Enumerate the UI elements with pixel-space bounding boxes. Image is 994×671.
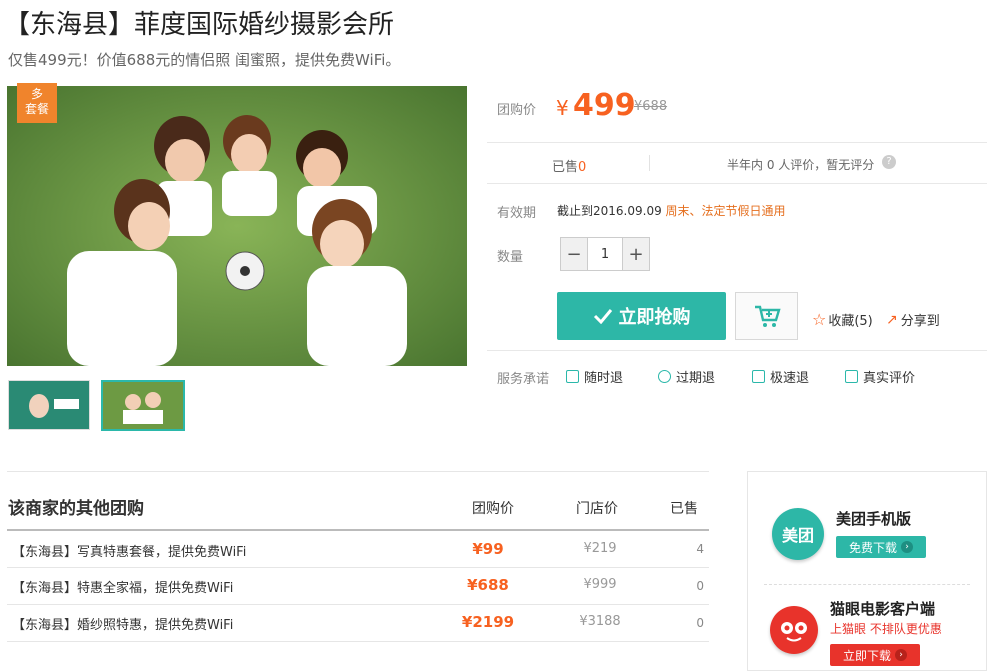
row-sold: 4 xyxy=(696,542,704,556)
row-price: ¥99 xyxy=(472,540,504,558)
arrow-right-icon: › xyxy=(895,649,907,661)
separator xyxy=(649,155,650,171)
photo-illustration xyxy=(7,86,467,366)
header-divider xyxy=(7,529,709,531)
row-name[interactable]: 【东海县】写真特惠套餐，提供免费WiFi xyxy=(12,541,246,560)
qty-input[interactable]: 1 xyxy=(587,238,623,270)
divider xyxy=(487,142,987,143)
row-orig-price: ¥999 xyxy=(583,577,617,592)
validity-value: 截止到2016.09.09 周末、法定节假日通用 xyxy=(557,204,786,218)
cart-icon xyxy=(754,305,781,327)
validity-label: 有效期 xyxy=(497,206,537,221)
badge-line-2: 套餐 xyxy=(24,102,49,116)
currency-symbol: ¥ xyxy=(556,96,569,120)
row-sold: 0 xyxy=(696,579,704,593)
multi-package-badge: 多 套餐 xyxy=(17,83,57,123)
row-orig-price: ¥219 xyxy=(583,541,617,556)
meituan-app-icon: 美团 xyxy=(772,508,824,560)
share-button[interactable]: ↗ 分享到 xyxy=(886,310,940,330)
thumbnail-2[interactable] xyxy=(101,380,185,431)
header-sold: 已售 xyxy=(670,501,698,517)
add-to-cart-button[interactable] xyxy=(735,292,798,340)
clock-icon xyxy=(658,370,671,383)
service-expired-refund: 过期退 xyxy=(658,367,715,386)
original-price: ¥688 xyxy=(634,99,668,114)
divider xyxy=(487,350,987,351)
main-product-image[interactable] xyxy=(7,86,467,366)
other-deals-title: 该商家的其他团购 xyxy=(8,499,144,519)
app-download-panel: 美团 美团手机版 免费下载 › 猫眼电影客户端 上猫眼 不排队更优惠 立即下载 › xyxy=(747,471,987,671)
maoyan-slogan: 上猫眼 不排队更优惠 xyxy=(830,622,942,636)
service-real-review: 真实评价 xyxy=(845,367,915,386)
qty-minus-button[interactable]: − xyxy=(561,238,587,270)
row-name[interactable]: 【东海县】特惠全家福，提供免费WiFi xyxy=(12,577,233,596)
favorite-button[interactable]: ☆ 收藏(5) xyxy=(812,310,873,329)
thumbnail-1[interactable] xyxy=(8,380,90,430)
maoyan-app-name: 猫眼电影客户端 xyxy=(830,600,936,618)
share-icon: ↗ xyxy=(886,311,898,328)
price-label: 团购价 xyxy=(497,103,537,118)
star-icon: ☆ xyxy=(812,310,827,329)
divider xyxy=(487,183,987,184)
buy-now-button[interactable]: 立即抢购 xyxy=(557,292,726,340)
maoyan-app-icon xyxy=(770,606,818,654)
arrow-right-icon: › xyxy=(901,541,913,553)
buy-now-label: 立即抢购 xyxy=(618,307,691,328)
sold-count: 已售0 xyxy=(552,160,587,175)
row-orig-price: ¥3188 xyxy=(579,614,621,629)
maoyan-download-button[interactable]: 立即下载 › xyxy=(830,644,920,666)
user-icon xyxy=(845,370,858,383)
row-name[interactable]: 【东海县】婚纱照特惠，提供免费WiFi xyxy=(12,614,233,633)
deal-price: 499 xyxy=(573,88,636,123)
service-fast-refund: 极速退 xyxy=(752,367,809,386)
quantity-stepper[interactable]: − 1 + xyxy=(560,237,650,271)
header-store-price: 门店价 xyxy=(576,501,618,517)
quantity-label: 数量 xyxy=(497,250,524,265)
badge-line-1: 多 xyxy=(30,87,43,101)
row-price: ¥2199 xyxy=(461,613,515,631)
meituan-download-button[interactable]: 免费下载 › xyxy=(836,536,926,558)
row-price: ¥688 xyxy=(467,576,509,594)
divider xyxy=(7,604,709,605)
fast-refund-icon xyxy=(752,370,765,383)
check-icon xyxy=(593,309,612,324)
divider xyxy=(7,567,709,568)
help-icon[interactable]: ? xyxy=(882,155,896,169)
header-deal-price: 团购价 xyxy=(472,501,514,517)
row-sold: 0 xyxy=(696,616,704,630)
qty-plus-button[interactable]: + xyxy=(623,238,649,270)
deal-subtitle: 仅售499元！价值688元的情侣照 闺蜜照，提供免费WiFi。 xyxy=(8,51,401,69)
service-anytime-refund: 随时退 xyxy=(566,367,623,386)
deal-title: 【东海县】菲度国际婚纱摄影会所 xyxy=(4,10,395,40)
divider xyxy=(7,641,709,642)
refund-icon xyxy=(566,370,579,383)
rating-text: 半年内 0 人评价，暂无评分 xyxy=(727,158,875,172)
service-label: 服务承诺 xyxy=(497,372,550,387)
divider xyxy=(7,471,709,472)
divider xyxy=(764,584,970,585)
meituan-app-name: 美团手机版 xyxy=(836,510,912,528)
